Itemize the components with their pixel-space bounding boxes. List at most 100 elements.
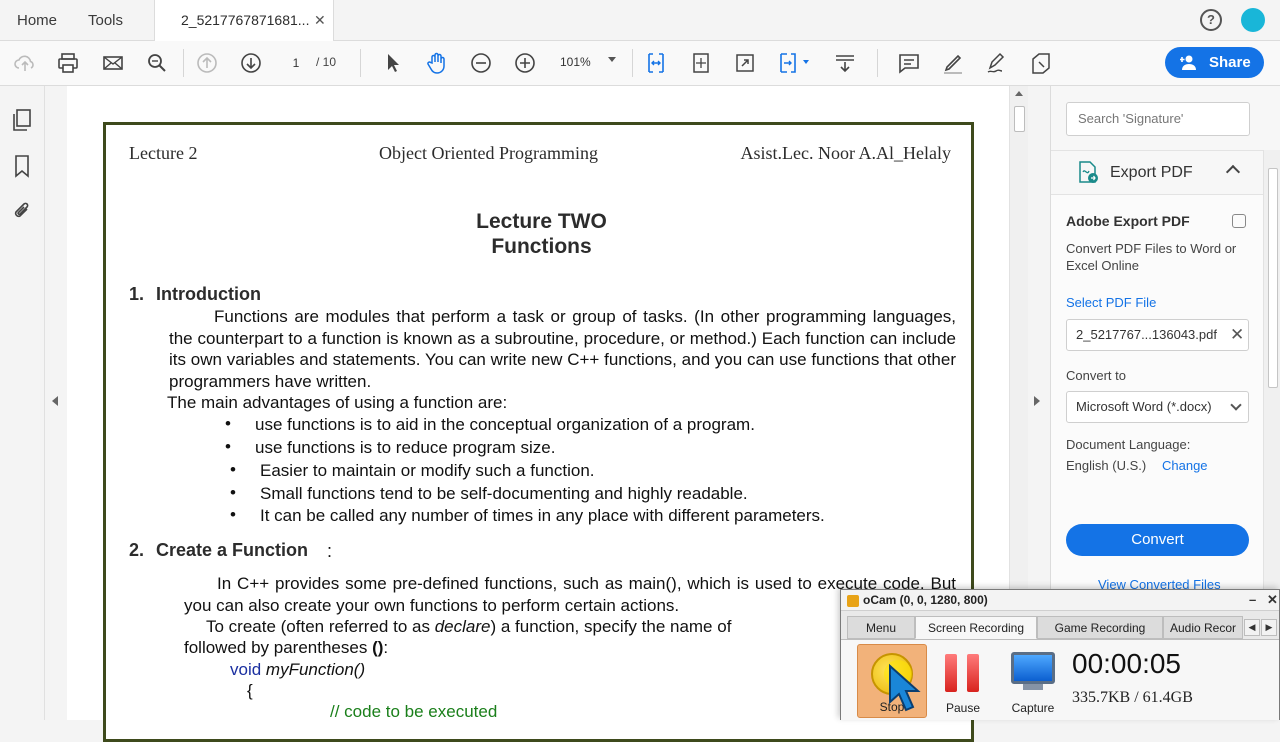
adobe-export-description: Convert PDF Files to Word or Excel Onlin… [1066,241,1237,273]
export-pdf-title: Export PDF [1110,164,1193,181]
toolbar-divider [360,49,361,77]
scroll-up-icon[interactable] [1015,91,1023,96]
tools-tab[interactable]: Tools [88,0,123,41]
convert-to-label: Convert to [1066,368,1126,383]
highlight-pen-icon[interactable] [941,51,965,75]
remove-file-icon[interactable]: ✕ [1230,320,1244,350]
pause-icon [967,654,979,692]
pause-label: Pause [945,701,981,715]
section2-number: 2. [129,540,145,560]
convert-to-select[interactable]: Microsoft Word (*.docx) [1066,391,1249,423]
share-button[interactable]: Share [1165,47,1264,78]
zoom-in-icon[interactable] [513,51,537,75]
attachment-icon[interactable] [11,199,33,223]
fill-sign-icon[interactable] [1029,51,1053,75]
collapse-chevron-icon[interactable] [1225,164,1241,180]
tab-scroll-right-icon[interactable]: ▶ [1261,619,1277,636]
ocam-tab-audio-recording[interactable]: Audio Recor [1163,616,1243,639]
next-page-icon[interactable] [239,51,263,75]
declare-line-2: followed by parentheses (): [184,637,388,659]
scrollbar-thumb[interactable] [1014,106,1025,132]
tab-scroll-left-icon[interactable]: ◀ [1244,619,1260,636]
info-icon[interactable] [1232,214,1246,228]
sign-icon[interactable] [985,51,1009,75]
section1-number: 1. [129,284,145,304]
select-cursor-icon[interactable] [381,51,405,75]
chevron-down-icon [1230,399,1242,411]
ocam-titlebar[interactable]: oCam (0, 0, 1280, 800) – ✕ [841,590,1279,611]
zoom-out-icon[interactable] [469,51,493,75]
selected-file-field[interactable]: 2_5217767...136043.pdf ✕ [1066,319,1249,351]
select-pdf-link[interactable]: Select PDF File [1066,295,1156,310]
scroll-mode-icon[interactable] [833,51,857,75]
lecture-title-line1: Lecture TWO [476,210,607,233]
minimize-icon[interactable]: – [1249,590,1256,610]
account-avatar[interactable] [1241,8,1265,32]
left-panel-toggle-icon[interactable] [52,396,58,406]
declare-line2-paren: () [372,638,384,657]
recording-size: 335.7KB / 61.4GB [1072,689,1193,706]
monitor-icon [1011,652,1055,684]
zoom-level[interactable]: 101% [560,55,591,69]
ocam-tab-screen-recording[interactable]: Screen Recording [915,616,1037,639]
selected-file-name: 2_5217767...136043.pdf [1076,327,1217,342]
ocam-tab-menu[interactable]: Menu [847,616,915,639]
fit-page-icon[interactable] [689,51,713,75]
recording-timer: 00:00:05 [1072,648,1181,679]
section2-colon: : [327,541,333,561]
previous-page-icon[interactable] [195,51,219,75]
capture-button[interactable]: Capture [1007,644,1059,718]
capture-label: Capture [1011,701,1055,715]
ocam-tab-game-recording[interactable]: Game Recording [1037,616,1163,639]
toolbar-divider [183,49,184,77]
panel-scrollbar-thumb[interactable] [1268,168,1278,388]
comment-icon[interactable] [897,51,921,75]
ocam-tab-scroller: ◀ ▶ [1244,619,1278,636]
print-icon[interactable] [56,51,80,75]
hand-tool-icon[interactable] [425,51,449,75]
ocam-logo-icon [847,595,859,607]
declare-word: declare [434,617,491,636]
advantage-item: It can be called any number of times in … [230,505,825,526]
page-thumbnails-icon[interactable] [11,108,33,132]
full-screen-icon[interactable] [733,51,757,75]
signature-search-input[interactable]: Search 'Signature' [1066,102,1250,136]
code-comment: // code to be executed [330,702,498,721]
page-view-icon[interactable] [777,51,801,75]
code-function-name: myFunction() [265,660,366,679]
search-icon[interactable] [145,51,169,75]
home-tab[interactable]: Home [17,0,57,41]
close-tab-icon[interactable]: ✕ [314,12,326,29]
declare-line2-pre: followed by parentheses [184,638,368,657]
pause-icon [945,654,957,692]
section2-title: Create a Function [156,540,309,560]
help-icon[interactable]: ? [1200,9,1222,31]
advantage-item: use functions is to aid in the conceptua… [225,414,755,435]
advantage-item: Easier to maintain or modify such a func… [230,460,594,481]
page-number-input[interactable]: 1 [283,51,309,75]
cloud-upload-icon[interactable] [13,51,37,75]
document-tab[interactable]: 2_5217767871681... [154,0,334,42]
export-pdf-header[interactable]: Export PDF [1051,150,1263,194]
pause-button[interactable]: Pause [939,644,987,718]
email-icon[interactable] [101,51,125,75]
top-tab-bar: Home Tools 2_5217767871681... ✕ ? [0,0,1280,42]
close-icon[interactable]: ✕ [1267,590,1278,610]
right-panel-toggle-icon[interactable] [1034,396,1040,406]
convert-to-value: Microsoft Word (*.docx) [1076,399,1212,414]
intro-paragraph: Functions are modules that perform a tas… [169,307,956,391]
advantages-intro: The main advantages of using a function … [167,393,508,412]
header-course-name: Object Oriented Programming [379,143,598,163]
add-person-icon [1180,55,1196,70]
convert-button[interactable]: Convert [1066,524,1249,556]
header-author: Asist.Lec. Noor A.Al_Helaly [740,143,951,163]
zoom-dropdown-icon[interactable] [608,57,616,62]
page-view-dropdown-icon[interactable] [803,60,809,64]
change-language-link[interactable]: Change [1162,458,1208,473]
lecture-title-line2: Functions [491,235,592,258]
export-pdf-icon [1079,161,1098,183]
fit-width-icon[interactable] [644,51,668,75]
page-total: / 10 [316,55,337,69]
code-keyword: void [230,660,262,679]
bookmark-icon[interactable] [11,154,33,178]
